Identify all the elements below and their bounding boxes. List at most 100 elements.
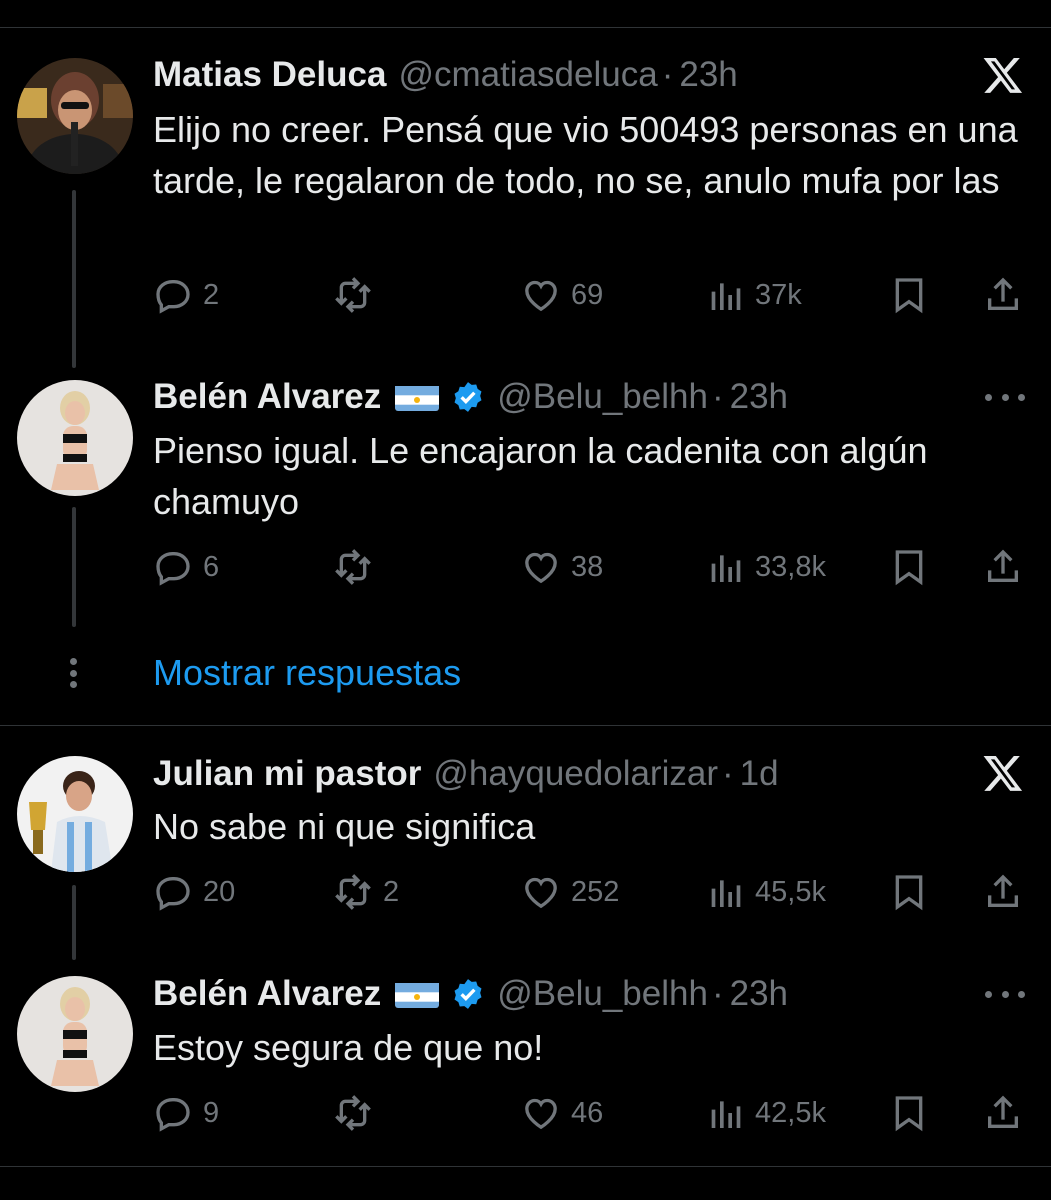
avatar[interactable]: [17, 756, 133, 872]
avatar[interactable]: [17, 58, 133, 174]
show-replies-link[interactable]: Mostrar respuestas: [153, 652, 461, 694]
views-button[interactable]: 37k: [705, 273, 802, 317]
bookmark-button[interactable]: [889, 1091, 929, 1135]
share-button[interactable]: [983, 273, 1023, 317]
more-icon[interactable]: [985, 988, 1025, 1000]
author-handle[interactable]: @Belu_belhh: [497, 974, 708, 1014]
tweet-header: Julian mi pastor @hayquedolarizar · 1d: [153, 754, 779, 794]
author-name[interactable]: Belén Alvarez: [153, 974, 381, 1014]
avatar-belen-icon: [17, 976, 133, 1092]
reply-icon: [156, 877, 190, 911]
share-icon: [988, 1095, 1018, 1128]
tweet-actions: 2 69 37k: [153, 273, 1033, 317]
author-name[interactable]: Matias Deluca: [153, 55, 386, 95]
avatar[interactable]: [17, 976, 133, 1092]
tweet-header: Belén Alvarez @Belu_belhh · 23h: [153, 974, 788, 1014]
timestamp[interactable]: 23h: [730, 377, 788, 417]
bookmark-button[interactable]: [889, 545, 929, 589]
tweet-text: Elijo no creer. Pensá que vio 500493 per…: [153, 109, 1018, 201]
argentina-flag-icon: [395, 980, 440, 1008]
tweet-header: Matias Deluca @cmatiasdeluca · 23h: [153, 55, 738, 95]
avatar[interactable]: [17, 380, 133, 496]
top-divider: [0, 27, 1051, 28]
x-logo-icon[interactable]: [981, 54, 1025, 101]
like-count: 46: [571, 1096, 604, 1129]
like-button[interactable]: 69: [521, 273, 603, 317]
views-count: 42,5k: [755, 1096, 826, 1129]
x-logo-icon[interactable]: [981, 752, 1025, 799]
retweet-count: 2: [383, 875, 400, 908]
share-icon: [988, 549, 1018, 582]
tweet-actions: 20 2 252 45,5k: [153, 870, 1033, 914]
retweet-button[interactable]: [333, 273, 373, 317]
author-handle[interactable]: @cmatiasdeluca: [398, 55, 657, 95]
separator-dot: ·: [711, 377, 724, 416]
views-count: 45,5k: [755, 875, 826, 908]
bookmark-icon: [895, 550, 923, 586]
author-name[interactable]: Belén Alvarez: [153, 377, 381, 417]
like-button[interactable]: 38: [521, 545, 603, 589]
reply-button[interactable]: 2: [153, 273, 219, 317]
views-icon: [711, 283, 741, 310]
thread-more-dots: [70, 658, 78, 688]
avatar-matias-icon: [17, 58, 133, 174]
tweet-text: Pienso igual. Le encajaron la cadenita c…: [153, 430, 928, 522]
views-icon: [711, 1101, 741, 1128]
argentina-flag-icon: [395, 383, 440, 411]
bookmark-button[interactable]: [889, 273, 929, 317]
reply-icon: [156, 280, 190, 314]
reply-button[interactable]: 20: [153, 870, 235, 914]
views-button[interactable]: 33,8k: [705, 545, 826, 589]
share-icon: [988, 874, 1018, 907]
tweet-actions: 6 38 33,8k: [153, 545, 1033, 589]
avatar-julian-icon: [17, 756, 133, 872]
section-divider: [0, 725, 1051, 726]
heart-icon: [525, 1098, 557, 1130]
views-button[interactable]: 45,5k: [705, 870, 826, 914]
retweet-button[interactable]: [333, 545, 373, 589]
share-button[interactable]: [983, 545, 1023, 589]
bookmark-button[interactable]: [889, 870, 929, 914]
avatar-belen-icon: [17, 380, 133, 496]
tweet-text: No sabe ni que significa: [153, 806, 536, 847]
more-icon[interactable]: [985, 391, 1025, 403]
thread-line: [72, 507, 76, 627]
bookmark-icon: [895, 278, 923, 314]
views-count: 33,8k: [755, 550, 826, 583]
views-icon: [711, 555, 741, 582]
share-button[interactable]: [983, 870, 1023, 914]
views-icon: [711, 880, 741, 907]
reply-count: 2: [203, 278, 220, 311]
retweet-button[interactable]: 2: [333, 870, 399, 914]
reply-count: 9: [203, 1096, 220, 1129]
reply-button[interactable]: 6: [153, 545, 219, 589]
retweet-icon: [335, 549, 371, 585]
heart-icon: [525, 552, 557, 584]
verified-badge-icon: [451, 380, 485, 414]
bookmark-icon: [895, 875, 923, 911]
thread-line: [72, 885, 76, 960]
like-button[interactable]: 252: [521, 870, 619, 914]
reply-count: 6: [203, 550, 220, 583]
retweet-button[interactable]: [333, 1091, 373, 1135]
like-count: 252: [571, 875, 620, 908]
author-handle[interactable]: @Belu_belhh: [497, 377, 708, 417]
share-button[interactable]: [983, 1091, 1023, 1135]
author-name[interactable]: Julian mi pastor: [153, 754, 421, 794]
like-button[interactable]: 46: [521, 1091, 603, 1135]
timestamp[interactable]: 23h: [730, 974, 788, 1014]
views-button[interactable]: 42,5k: [705, 1091, 826, 1135]
share-icon: [988, 277, 1018, 310]
retweet-icon: [335, 277, 371, 313]
verified-badge-icon: [451, 977, 485, 1011]
reply-button[interactable]: 9: [153, 1091, 219, 1135]
heart-icon: [525, 280, 557, 312]
reply-icon: [156, 552, 190, 586]
timestamp[interactable]: 1d: [740, 754, 779, 794]
separator-dot: ·: [711, 974, 724, 1013]
like-count: 69: [571, 278, 604, 311]
bottom-divider: [0, 1166, 1051, 1167]
author-handle[interactable]: @hayquedolarizar: [433, 754, 718, 794]
timestamp[interactable]: 23h: [679, 55, 737, 95]
separator-dot: ·: [661, 55, 674, 94]
